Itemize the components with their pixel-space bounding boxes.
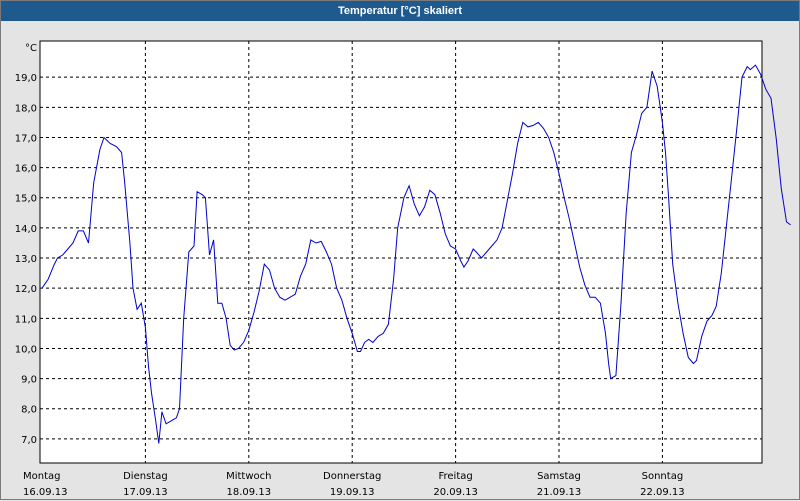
- x-tick-day-label: Mittwoch: [226, 471, 271, 482]
- x-tick-date-label: 17.09.13: [123, 487, 168, 498]
- y-tick-label: 7,0: [21, 435, 37, 446]
- x-tick-day-label: Sonntag: [642, 471, 684, 482]
- y-tick-label: 13,0: [15, 254, 37, 265]
- y-tick-label: 8,0: [21, 405, 37, 416]
- x-axis-ticks: Montag 16.09.13 Dienstag 17.09.13 Mittwoch 18…: [23, 471, 685, 498]
- x-tick-date-label: 22.09.13: [640, 487, 685, 498]
- chart-window: Temperatur [°C] skaliert 7,0 8,0 9,0 10,0 11…: [0, 0, 800, 500]
- x-tick-day-label: Donnerstag: [323, 471, 381, 482]
- y-tick-label: 16,0: [15, 164, 37, 175]
- x-tick-day-label: Montag: [23, 471, 60, 482]
- chart-svg: 7,0 8,0 9,0 10,0 11,0 12,0 13,0 14,0 15,0 16,0 17,…: [15, 40, 791, 498]
- y-tick-label: 14,0: [15, 224, 37, 235]
- y-tick-label: 15,0: [15, 194, 37, 205]
- x-tick-day-label: Samstag: [537, 471, 581, 482]
- x-tick-day-label: Freitag: [438, 471, 472, 482]
- x-tick-day-label: Dienstag: [123, 471, 168, 482]
- plot-area: [39, 40, 763, 464]
- x-tick-date-label: 18.09.13: [227, 487, 272, 498]
- x-tick-date-label: 16.09.13: [23, 487, 68, 498]
- y-tick-label: 11,0: [15, 314, 37, 325]
- y-tick-label: 17,0: [15, 133, 37, 144]
- y-tick-label: 19,0: [15, 73, 37, 84]
- y-tick-label: 10,0: [15, 344, 37, 355]
- y-axis-unit-label: °C: [25, 43, 37, 54]
- y-tick-label: 18,0: [15, 103, 37, 114]
- x-tick-date-label: 19.09.13: [330, 487, 375, 498]
- y-tick-label: 9,0: [21, 375, 37, 386]
- x-tick-date-label: 20.09.13: [433, 487, 478, 498]
- y-axis-ticks: 7,0 8,0 9,0 10,0 11,0 12,0 13,0 14,0 15,0 16,0 17,…: [15, 73, 37, 446]
- y-tick-label: 12,0: [15, 284, 37, 295]
- x-tick-date-label: 21.09.13: [537, 487, 582, 498]
